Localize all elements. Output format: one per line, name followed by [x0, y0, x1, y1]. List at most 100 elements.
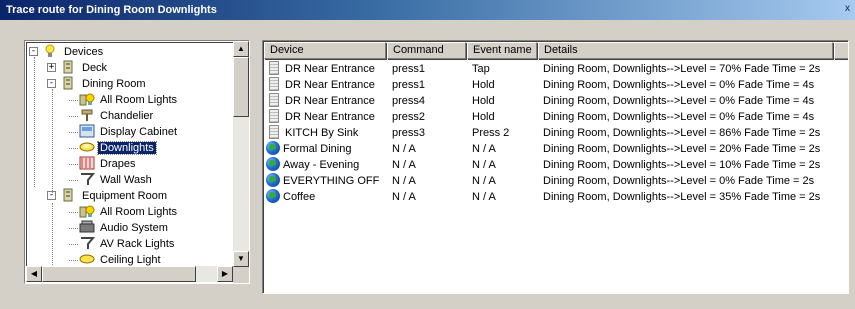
collapse-icon[interactable]: -	[47, 79, 56, 88]
cell-device: Away - Evening	[264, 157, 386, 173]
tree-item-label: Ceiling Light	[100, 254, 161, 266]
tree-item[interactable]: Dining Room	[61, 76, 148, 92]
scroll-up-arrow-icon[interactable]: ▲	[233, 41, 249, 57]
cell-details-text: Dining Room, Downlights-->Level = 35% Fa…	[543, 191, 821, 203]
table-row[interactable]: Coffee N / A N / A Dining Room, Downlights-…	[264, 189, 848, 205]
cell-details: Dining Room, Downlights-->Level = 86% Fa…	[543, 125, 843, 141]
table-row[interactable]: DR Near Entrance press4 Hold Dining Room, D…	[264, 93, 848, 109]
tree-connector	[69, 148, 78, 149]
tree-item-label: All Room Lights	[100, 206, 178, 218]
cell-details: Dining Room, Downlights-->Level = 0% Fad…	[543, 77, 843, 93]
table-row[interactable]: DR Near Entrance press1 Tap Dining Room, Do…	[264, 61, 848, 77]
column-header-command[interactable]: Command	[387, 42, 466, 59]
tree-item[interactable]: Equipment Room	[61, 188, 169, 204]
ceiling-light-icon	[79, 252, 95, 266]
cell-device: DR Near Entrance	[264, 93, 386, 109]
cell-event-name: N / A	[472, 141, 537, 157]
globe-icon	[266, 141, 280, 155]
cell-command: N / A	[392, 157, 466, 173]
tree-item[interactable]: All Room Lights	[79, 92, 179, 108]
cell-command-text: press2	[392, 111, 426, 123]
tree-vertical-scrollbar[interactable]: ▲ ▼	[233, 41, 249, 267]
tree-item[interactable]: AV Rack Lights	[79, 236, 176, 252]
cell-device-text: KITCH By Sink	[285, 127, 359, 139]
cell-device: DR Near Entrance	[264, 109, 386, 125]
trace-list[interactable]: Device Command Event name Details DR Nea…	[262, 40, 849, 294]
tree-item-label: AV Rack Lights	[100, 238, 175, 250]
cell-device-text: Formal Dining	[283, 143, 352, 155]
tree-item[interactable]: Display Cabinet	[79, 124, 179, 140]
audio-icon	[79, 220, 95, 234]
cell-command: press1	[392, 77, 466, 93]
collapse-icon[interactable]: -	[29, 47, 38, 56]
keypad-icon	[269, 93, 279, 107]
tree-item[interactable]: Chandelier	[79, 108, 155, 124]
globe-icon	[266, 173, 280, 187]
cell-device: Formal Dining	[264, 141, 386, 157]
cell-device-text: EVERYTHING OFF	[283, 175, 380, 187]
cell-details-text: Dining Room, Downlights-->Level = 0% Fad…	[543, 111, 815, 123]
tree-item[interactable]: Deck	[61, 60, 109, 76]
tree-item-label: Drapes	[100, 158, 136, 170]
table-row[interactable]: KITCH By Sink press3 Press 2 Dining Room, D…	[264, 125, 848, 141]
table-row[interactable]: DR Near Entrance press2 Hold Dining Room, D…	[264, 109, 848, 125]
cell-event-name: N / A	[472, 173, 537, 189]
tree-horizontal-scrollbar[interactable]: ◀ ▶	[26, 266, 233, 282]
table-row[interactable]: DR Near Entrance press1 Hold Dining Room, D…	[264, 77, 848, 93]
cell-command: N / A	[392, 173, 466, 189]
tree-item[interactable]: Devices	[43, 44, 105, 60]
tree-item[interactable]: Audio System	[79, 220, 170, 236]
tree-item-label: Audio System	[100, 222, 168, 234]
tree-item-label: Downlights	[97, 141, 157, 155]
table-row[interactable]: EVERYTHING OFF N / A N / A Dining Room, Dow…	[264, 173, 848, 189]
keypad-icon	[269, 77, 279, 91]
tree-connector	[69, 228, 78, 229]
window-titlebar[interactable]: Trace route for Dining Room Downlights x	[0, 0, 855, 20]
cell-details-text: Dining Room, Downlights-->Level = 0% Fad…	[543, 79, 815, 91]
cell-device: Coffee	[264, 189, 386, 205]
cell-details: Dining Room, Downlights-->Level = 35% Fa…	[543, 189, 843, 205]
table-row[interactable]: Formal Dining N / A N / A Dining Room, Down…	[264, 141, 848, 157]
cell-device: DR Near Entrance	[264, 61, 386, 77]
tree-item[interactable]: Wall Wash	[79, 172, 154, 188]
cell-device: KITCH By Sink	[264, 125, 386, 141]
scroll-right-arrow-icon[interactable]: ▶	[217, 266, 233, 282]
tree-connector	[69, 132, 78, 133]
cell-details: Dining Room, Downlights-->Level = 70% Fa…	[543, 61, 843, 77]
cell-event-name: Hold	[472, 77, 537, 93]
tree-item[interactable]: Downlights	[79, 140, 157, 156]
close-icon[interactable]: x	[845, 3, 853, 15]
tree-guide-line	[52, 89, 53, 195]
tree-hscroll-thumb[interactable]	[42, 266, 196, 282]
tree-connector	[69, 116, 78, 117]
column-header-device[interactable]: Device	[264, 42, 386, 59]
cell-event-name-text: Hold	[472, 79, 495, 91]
cell-event-name-text: N / A	[472, 175, 496, 187]
column-header-event-name[interactable]: Event name	[467, 42, 537, 59]
cell-details: Dining Room, Downlights-->Level = 20% Fa…	[543, 141, 843, 157]
cell-device-text: DR Near Entrance	[285, 79, 375, 91]
bulb-icon	[43, 44, 59, 58]
window-title: Trace route for Dining Room Downlights	[6, 4, 217, 16]
trace-list-viewport: Device Command Event name Details DR Nea…	[263, 41, 848, 293]
cell-details: Dining Room, Downlights-->Level = 0% Fad…	[543, 109, 843, 125]
column-header-details[interactable]: Details	[538, 42, 833, 59]
table-row[interactable]: Away - Evening N / A N / A Dining Room, Dow…	[264, 157, 848, 173]
tree-scroll-thumb[interactable]	[233, 57, 249, 117]
tree-item[interactable]: Drapes	[79, 156, 137, 172]
tree-item-label: Equipment Room	[82, 190, 167, 202]
drapes-icon	[79, 156, 95, 170]
cell-event-name: Tap	[472, 61, 537, 77]
tree-connector	[69, 164, 78, 165]
expand-icon[interactable]: +	[47, 63, 56, 72]
cell-event-name: N / A	[472, 157, 537, 173]
keypad-icon	[61, 60, 77, 74]
keypad-icon	[269, 61, 279, 75]
scroll-left-arrow-icon[interactable]: ◀	[26, 266, 42, 282]
device-tree[interactable]: Devices - Deck + Dining Room - All Room Lights…	[24, 40, 250, 284]
cabinet-icon	[79, 124, 95, 138]
cell-details-text: Dining Room, Downlights-->Level = 0% Fad…	[543, 95, 815, 107]
tree-item[interactable]: Ceiling Light	[79, 252, 163, 267]
scroll-down-arrow-icon[interactable]: ▼	[233, 251, 249, 267]
tree-item[interactable]: All Room Lights	[79, 204, 179, 220]
